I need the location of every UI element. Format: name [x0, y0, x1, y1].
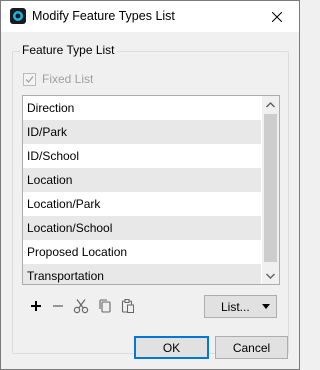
list-item[interactable]: ID/Park: [23, 120, 261, 144]
list-item[interactable]: Location/School: [23, 216, 261, 240]
list-item[interactable]: Direction: [23, 96, 261, 120]
chevron-up-icon: [266, 101, 275, 107]
list-items: Direction ID/Park ID/School Location Loc…: [23, 96, 261, 284]
cut-icon: [73, 299, 89, 314]
copy-icon: [99, 299, 111, 313]
close-icon: [272, 11, 282, 22]
cut-button[interactable]: [71, 297, 91, 315]
list-item[interactable]: Transportation: [23, 264, 261, 284]
title-bar: Modify Feature Types List: [1, 1, 299, 32]
window-title: Modify Feature Types List: [32, 9, 175, 23]
scrollbar-thumb[interactable]: [264, 114, 277, 262]
list-item[interactable]: Location: [23, 168, 261, 192]
remove-icon: [53, 305, 63, 307]
ok-button[interactable]: OK: [134, 336, 209, 359]
chevron-down-icon: [266, 273, 275, 279]
cancel-button[interactable]: Cancel: [215, 336, 288, 359]
close-button[interactable]: [255, 1, 299, 32]
checkmark-icon: [25, 75, 34, 83]
fixed-list-label: Fixed List: [42, 72, 94, 86]
list-button-label: List...: [221, 299, 250, 314]
list-menu-button[interactable]: List...: [204, 295, 277, 318]
feature-type-listbox[interactable]: Direction ID/Park ID/School Location Loc…: [22, 95, 280, 285]
scroll-up-button[interactable]: [262, 96, 279, 113]
list-item[interactable]: ID/School: [23, 144, 261, 168]
paste-icon: [121, 299, 134, 313]
app-icon: [10, 8, 26, 24]
list-item[interactable]: Location/Park: [23, 192, 261, 216]
remove-button[interactable]: [48, 297, 68, 315]
vertical-scrollbar[interactable]: [262, 96, 279, 284]
dropdown-arrow-icon: [262, 304, 270, 309]
copy-button[interactable]: [95, 297, 115, 315]
add-button[interactable]: [26, 297, 46, 315]
add-icon: [31, 301, 41, 311]
fixed-list-checkbox[interactable]: Fixed List: [23, 72, 93, 86]
paste-button[interactable]: [118, 297, 138, 315]
group-title: Feature Type List: [20, 43, 117, 57]
dialog-window: Modify Feature Types List Feature Type L…: [0, 0, 300, 370]
list-item[interactable]: Proposed Location: [23, 240, 261, 264]
scroll-down-button[interactable]: [262, 267, 279, 284]
checkbox-box[interactable]: [23, 72, 36, 86]
